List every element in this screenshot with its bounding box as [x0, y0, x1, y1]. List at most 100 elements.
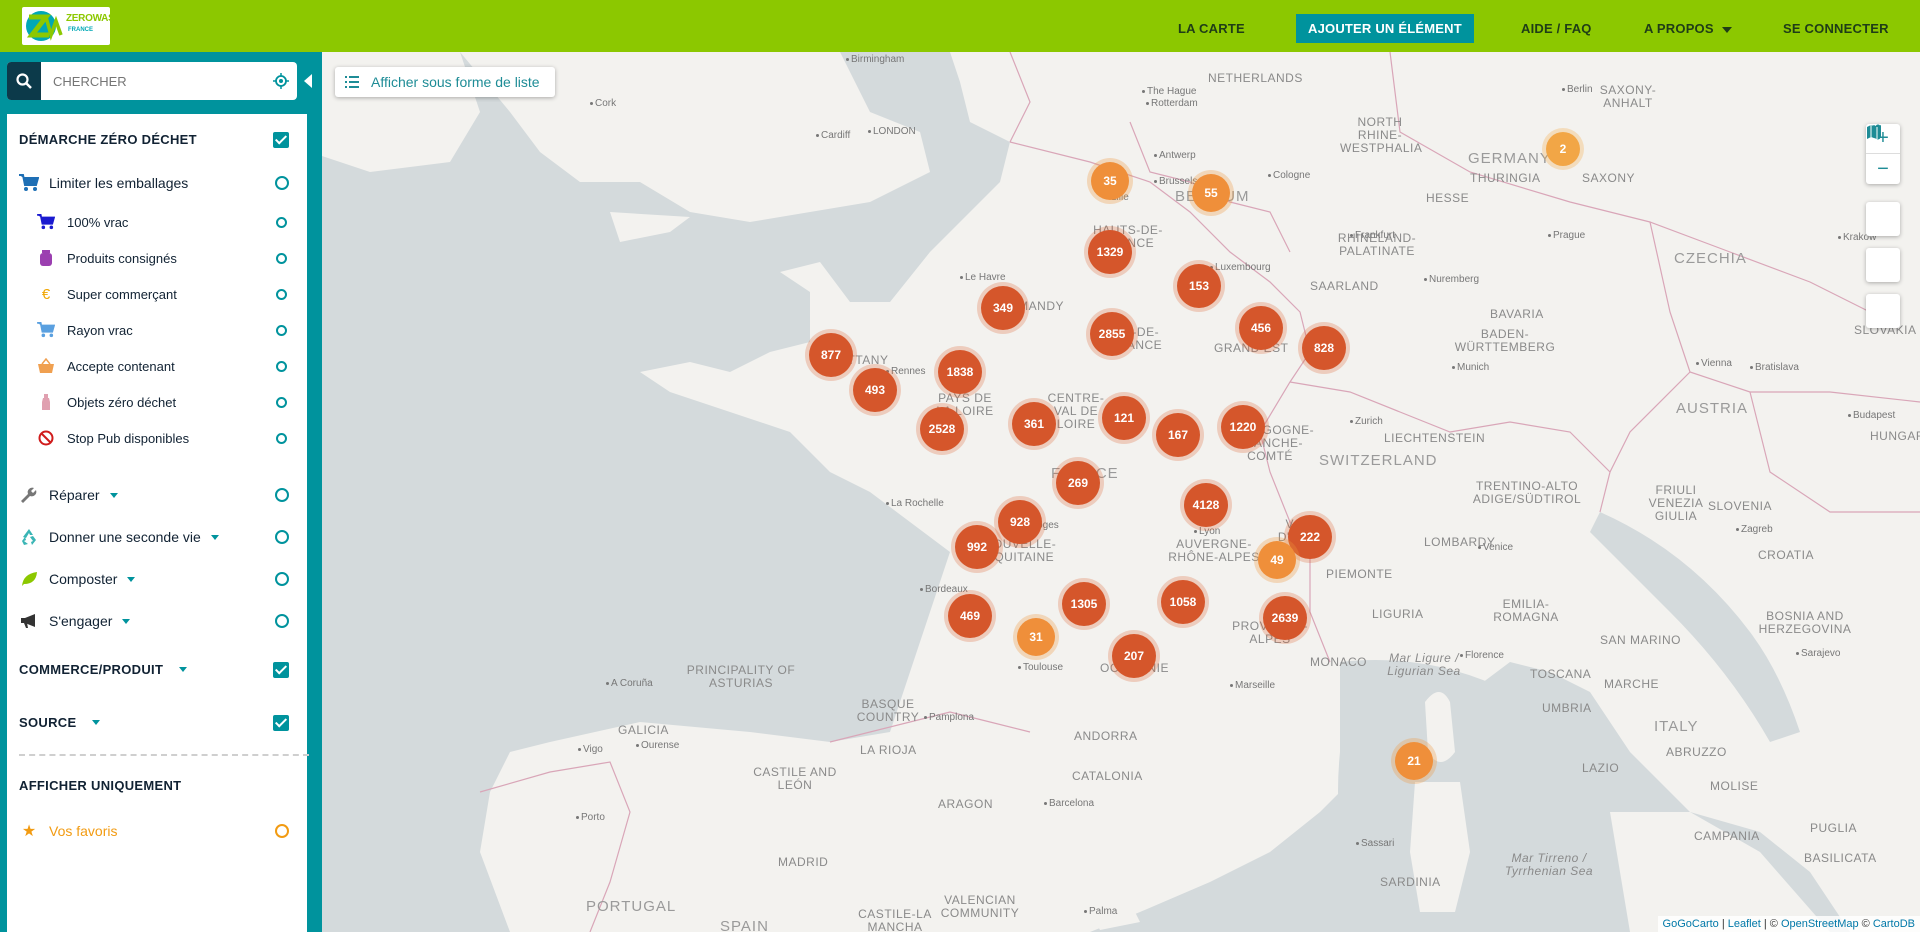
filter-s-engager[interactable]: S'engager — [19, 612, 319, 630]
map-cluster-marker[interactable]: 1058 — [1161, 580, 1205, 624]
map-cluster-marker[interactable]: 21 — [1395, 742, 1433, 780]
filter-favoris[interactable]: ★ Vos favoris — [19, 822, 319, 840]
chevron-down-icon[interactable] — [127, 576, 136, 582]
map-label-andorra: ANDORRA — [1074, 729, 1138, 743]
filter-demarche-checkbox[interactable] — [273, 131, 289, 148]
map-cluster-marker[interactable]: 121 — [1102, 396, 1146, 440]
map-cluster-marker[interactable]: 928 — [998, 500, 1042, 544]
attribution-leaflet-link[interactable]: Leaflet — [1728, 918, 1761, 930]
map-city: Palma — [1084, 906, 1117, 917]
filter-objets-zero-dechet[interactable]: Objets zéro déchet — [37, 394, 337, 410]
search-input[interactable] — [41, 73, 241, 89]
filter-reparer-radio[interactable] — [275, 488, 289, 502]
filter-100-vrac[interactable]: 100% vrac — [37, 214, 337, 230]
map-cluster-marker[interactable]: 493 — [853, 368, 897, 412]
filter-100-vrac-radio[interactable] — [276, 216, 287, 228]
nav-ajouter-element[interactable]: AJOUTER UN ÉLÉMENT — [1296, 14, 1474, 43]
map-canvas[interactable]: GERMANY FRANCE BELGIUM CZECHIA AUSTRIA S… — [310, 52, 1920, 932]
map-cluster-marker[interactable]: 828 — [1302, 326, 1346, 370]
map-cluster-marker[interactable]: 349 — [981, 286, 1025, 330]
filter-composter[interactable]: Composter — [19, 570, 319, 588]
show-list-button[interactable]: Afficher sous forme de liste — [335, 67, 555, 97]
nav-a-propos[interactable]: A PROPOS — [1644, 14, 1732, 43]
leaf-icon — [19, 570, 39, 588]
zero-waste-france-logo[interactable]: ZEROWASTE FRANCE — [22, 7, 127, 45]
filter-accepte-contenant[interactable]: Accepte contenant — [37, 358, 337, 374]
map-cluster-marker[interactable]: 31 — [1017, 618, 1055, 656]
filter-stop-pub[interactable]: Stop Pub disponibles — [37, 430, 337, 446]
collapse-sidebar-button[interactable] — [304, 74, 312, 88]
map-city: Cardiff — [816, 130, 850, 141]
filter-favoris-radio[interactable] — [275, 824, 289, 838]
filter-accepte-contenant-radio[interactable] — [276, 360, 287, 372]
map-cluster-marker[interactable]: 2528 — [920, 407, 964, 451]
layers-button[interactable] — [1866, 125, 1900, 236]
map-label-region: LIGURIA — [1372, 607, 1424, 621]
chevron-down-icon[interactable] — [179, 667, 188, 672]
filter-demarche[interactable]: DÉMARCHE ZÉRO DÉCHET — [19, 131, 319, 148]
filter-produits-consignes-radio[interactable] — [276, 252, 287, 264]
filter-super-commercant[interactable]: € Super commerçant — [37, 286, 337, 303]
zoom-out-button[interactable]: − — [1866, 154, 1900, 184]
filter-rayon-vrac[interactable]: Rayon vrac — [37, 322, 337, 338]
map-cluster-marker[interactable]: 269 — [1056, 461, 1100, 505]
filter-objets-zero-dechet-radio[interactable] — [276, 396, 287, 408]
filter-limiter-emballages[interactable]: Limiter les emballages — [19, 174, 319, 192]
filter-source-checkbox[interactable] — [273, 714, 289, 731]
map-cluster-marker[interactable]: 992 — [955, 525, 999, 569]
filter-limiter-label: Limiter les emballages — [49, 175, 189, 191]
chevron-down-icon[interactable] — [122, 618, 131, 624]
map-cluster-marker[interactable]: 35 — [1091, 162, 1129, 200]
map-cluster-marker[interactable]: 207 — [1112, 634, 1156, 678]
attribution-carto-link[interactable]: CartoDB — [1873, 918, 1915, 930]
chevron-down-icon[interactable] — [210, 534, 219, 540]
filter-produits-consignes[interactable]: Produits consignés — [37, 250, 337, 266]
map-cluster-marker[interactable]: 2855 — [1090, 312, 1134, 356]
attribution-gogocarto-link[interactable]: GoGoCarto — [1663, 918, 1719, 930]
filter-composter-radio[interactable] — [275, 572, 289, 586]
map-cluster-marker[interactable]: 469 — [948, 594, 992, 638]
filter-source[interactable]: SOURCE — [19, 714, 319, 731]
chevron-down-icon[interactable] — [92, 720, 101, 725]
filter-reparer[interactable]: Réparer — [19, 486, 319, 504]
cart-icon — [37, 322, 55, 338]
search-button[interactable] — [7, 62, 41, 100]
filter-rayon-vrac-radio[interactable] — [276, 324, 287, 336]
nav-aide-faq[interactable]: AIDE / FAQ — [1521, 14, 1592, 43]
map-cluster-marker[interactable]: 1838 — [938, 350, 982, 394]
map-cluster-marker[interactable]: 877 — [809, 333, 853, 377]
map-label-san-marino: SAN MARINO — [1600, 633, 1682, 647]
filter-limiter-radio[interactable] — [275, 176, 289, 190]
map-cluster-marker[interactable]: 2639 — [1263, 596, 1307, 640]
map-label-region: ABRUZZO — [1666, 745, 1727, 759]
map-city: LONDON — [868, 126, 916, 137]
map-cluster-marker[interactable]: 153 — [1177, 264, 1221, 308]
filter-stop-pub-radio[interactable] — [276, 432, 287, 444]
filter-100-vrac-label: 100% vrac — [67, 214, 129, 230]
filter-commerce-checkbox[interactable] — [273, 661, 289, 678]
map-cluster-marker[interactable]: 1220 — [1221, 405, 1265, 449]
nav-la-carte[interactable]: LA CARTE — [1178, 14, 1245, 43]
map-label-region: CATALONIA — [1072, 769, 1143, 783]
filter-s-engager-radio[interactable] — [275, 614, 289, 628]
filter-super-commercant-radio[interactable] — [276, 288, 287, 300]
nav-se-connecter[interactable]: SE CONNECTER — [1783, 14, 1889, 43]
filter-commerce-produit[interactable]: COMMERCE/PRODUIT — [19, 661, 319, 678]
share-button[interactable] — [1866, 124, 1900, 282]
attribution-osm-link[interactable]: OpenStreetMap — [1781, 918, 1859, 930]
filter-donner-radio[interactable] — [275, 530, 289, 544]
map-label-region: SAARLAND — [1310, 279, 1379, 293]
map-view-button[interactable] — [1866, 125, 1900, 328]
map-cluster-marker[interactable]: 1329 — [1088, 230, 1132, 274]
chevron-down-icon[interactable] — [109, 492, 118, 498]
map-cluster-marker[interactable]: 49 — [1258, 541, 1296, 579]
map-cluster-marker[interactable]: 456 — [1239, 306, 1283, 350]
map-cluster-marker[interactable]: 1305 — [1062, 582, 1106, 626]
map-cluster-marker[interactable]: 55 — [1192, 174, 1230, 212]
filter-donner-seconde-vie[interactable]: Donner une seconde vie — [19, 528, 319, 546]
geolocate-icon[interactable] — [273, 73, 289, 89]
map-cluster-marker[interactable]: 2 — [1546, 132, 1580, 166]
map-cluster-marker[interactable]: 167 — [1156, 413, 1200, 457]
map-cluster-marker[interactable]: 4128 — [1184, 483, 1228, 527]
map-cluster-marker[interactable]: 361 — [1012, 402, 1056, 446]
